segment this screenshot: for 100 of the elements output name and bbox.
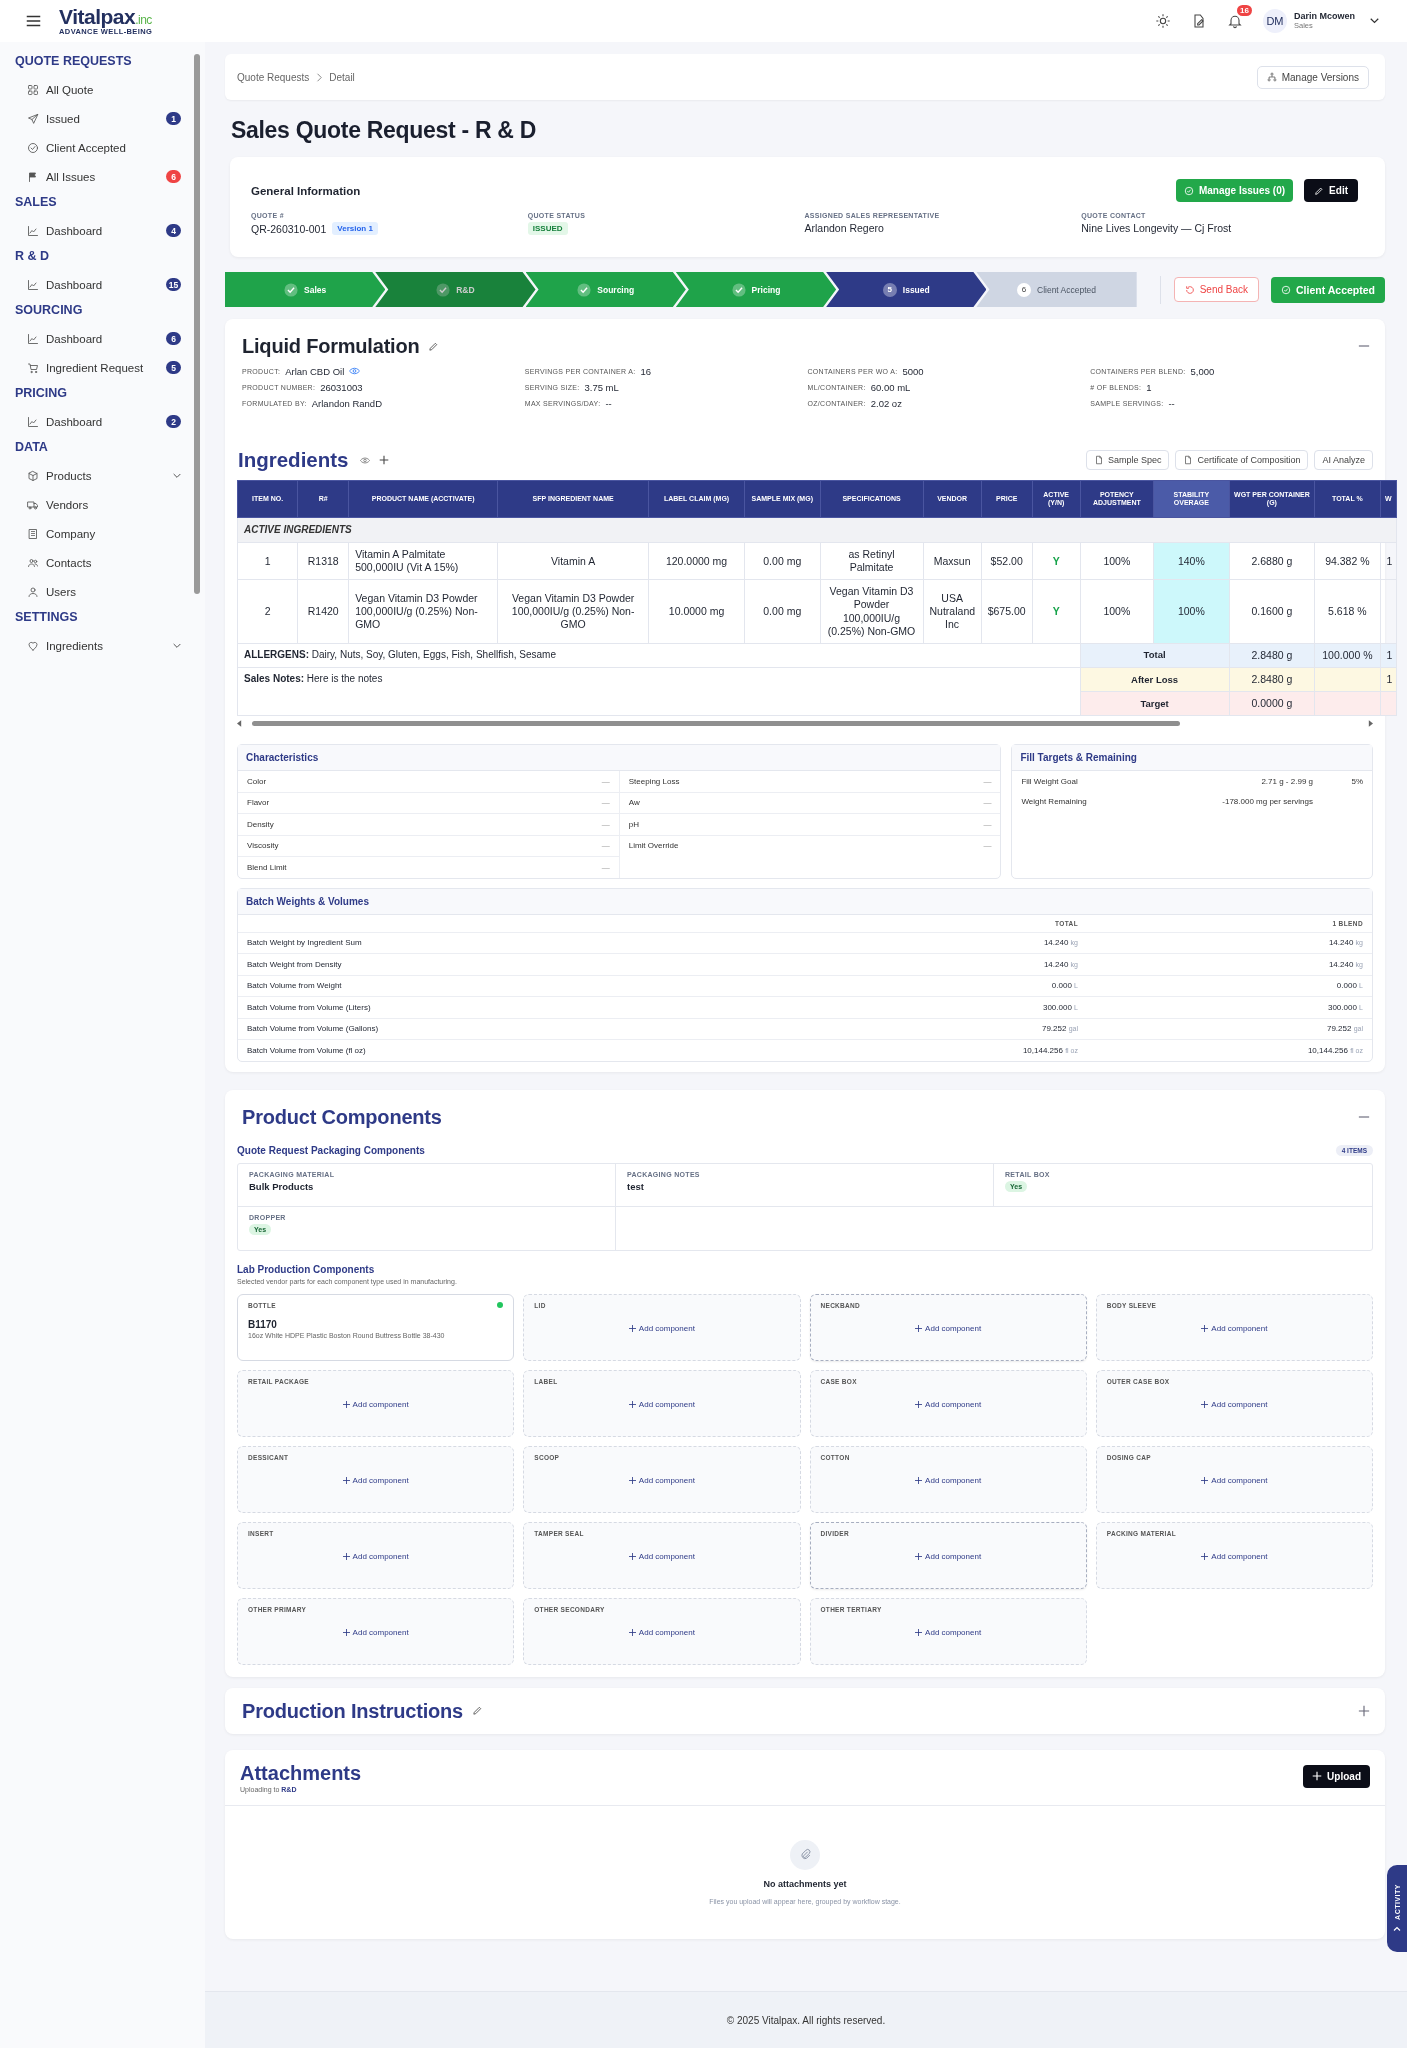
- add-component-link[interactable]: Add component: [628, 1627, 695, 1637]
- toolbar-button[interactable]: AI Analyze: [1314, 450, 1373, 470]
- empty-state-title: No attachments yet: [763, 1878, 847, 1889]
- eye-icon[interactable]: [349, 367, 361, 375]
- sidebar-item[interactable]: All Quote: [15, 75, 205, 104]
- sidebar-item[interactable]: Ingredient Request 5: [15, 353, 205, 382]
- edit-document-icon[interactable]: [1191, 13, 1207, 29]
- add-component-link[interactable]: Add component: [628, 1323, 695, 1333]
- stage-step[interactable]: 5 Issued: [826, 272, 987, 307]
- sidebar-item[interactable]: Contacts: [15, 548, 205, 577]
- eye-icon[interactable]: [359, 456, 370, 464]
- pencil-icon[interactable]: [428, 340, 440, 352]
- property-value: —: [983, 798, 992, 808]
- property-label: Fill Weight Goal: [1021, 776, 1078, 786]
- plus-icon: [1312, 1771, 1323, 1782]
- field-value: 2.02 oz: [870, 397, 902, 409]
- toolbar-button[interactable]: Certificate of Composition: [1175, 450, 1309, 470]
- stage-step[interactable]: 6 Client Accepted: [976, 272, 1137, 307]
- add-component-link[interactable]: Add component: [1201, 1323, 1268, 1333]
- section-title: Liquid Formulation: [242, 334, 420, 359]
- notification-badge: 16: [1237, 5, 1252, 16]
- bell-icon[interactable]: [1227, 13, 1243, 29]
- add-icon[interactable]: [378, 455, 389, 465]
- add-component-link[interactable]: Add component: [1201, 1399, 1268, 1409]
- add-component-link[interactable]: Add component: [342, 1551, 409, 1561]
- add-component-link[interactable]: Add component: [915, 1551, 982, 1561]
- sidebar-item[interactable]: Users: [15, 577, 205, 606]
- add-component-link[interactable]: Add component: [915, 1323, 982, 1333]
- pencil-icon[interactable]: [471, 1705, 483, 1717]
- property-value: —: [983, 776, 992, 786]
- sidebar-item[interactable]: Dashboard 4: [15, 216, 205, 245]
- table-cell: 0.00 mg: [744, 579, 820, 644]
- add-component-link[interactable]: Add component: [342, 1475, 409, 1485]
- sidebar-item[interactable]: Dashboard 6: [15, 324, 205, 353]
- add-component-link[interactable]: Add component: [915, 1627, 982, 1637]
- sidebar-item[interactable]: Vendors: [15, 490, 205, 519]
- chevron-down-icon[interactable]: [1370, 18, 1379, 24]
- section-title: Production Instructions: [242, 1698, 463, 1724]
- add-component-link[interactable]: Add component: [1201, 1475, 1268, 1485]
- row-label: Batch Volume from Volume (Gallons): [247, 1024, 380, 1034]
- breadcrumb-current: Detail: [329, 71, 355, 83]
- upload-button[interactable]: Upload: [1303, 1764, 1370, 1788]
- sidebar-item[interactable]: Dashboard 2: [15, 407, 205, 436]
- table-cell: as Retinyl Palmitate: [820, 542, 924, 580]
- subsection-title: Quote Request Packaging Components: [237, 1144, 425, 1156]
- add-component-link[interactable]: Add component: [342, 1627, 409, 1637]
- manage-versions-button[interactable]: Manage Versions: [1256, 65, 1369, 89]
- property-label: Limit Override: [628, 841, 679, 851]
- field-value: 5000: [902, 365, 924, 377]
- sidebar-item[interactable]: Dashboard 15: [15, 270, 205, 299]
- send-icon: [27, 112, 39, 125]
- chevron-icon: [1393, 1925, 1401, 1932]
- plus-icon: [1201, 1324, 1209, 1332]
- pencil-icon: [1314, 185, 1325, 196]
- sidebar-item[interactable]: Company: [15, 519, 205, 548]
- copyright-text: © 2025 Vitalpax. All rights reserved.: [205, 1991, 1407, 2048]
- section-title: Product Components: [242, 1104, 442, 1130]
- add-component-link[interactable]: Add component: [915, 1475, 982, 1485]
- plus-icon: [342, 1628, 350, 1636]
- field-value: Arlandon RandD: [311, 397, 382, 409]
- toolbar-button[interactable]: Sample Spec: [1085, 450, 1170, 470]
- sidebar-item[interactable]: Client Accepted: [15, 133, 205, 162]
- plus-icon: [628, 1400, 636, 1408]
- scrollbar[interactable]: [237, 719, 1373, 729]
- row-label: Batch Weight from Density: [247, 959, 343, 969]
- add-component-link[interactable]: Add component: [628, 1475, 695, 1485]
- sidebar-item[interactable]: All Issues 6: [15, 162, 205, 191]
- sidebar-item[interactable]: Issued 1: [15, 104, 205, 133]
- add-component-link[interactable]: Add component: [1201, 1551, 1268, 1561]
- property-label: pH: [628, 819, 639, 829]
- sun-icon[interactable]: [1155, 13, 1171, 29]
- send-back-button[interactable]: Send Back: [1173, 277, 1260, 302]
- scroll-right-icon[interactable]: [1368, 720, 1373, 728]
- property-label: Density: [247, 819, 274, 829]
- sidebar-item[interactable]: Ingredients: [15, 631, 205, 660]
- table-cell: 120.0000 mg: [648, 542, 745, 580]
- add-component-link[interactable]: Add component: [628, 1399, 695, 1409]
- table-cell: 10.0000 mg: [648, 579, 745, 644]
- table-cell: 1: [237, 542, 298, 580]
- scroll-left-icon[interactable]: [237, 720, 242, 728]
- expand-icon[interactable]: [1358, 1704, 1370, 1717]
- add-component-link[interactable]: Add component: [628, 1551, 695, 1561]
- field-value: test: [627, 1180, 645, 1192]
- add-component-link[interactable]: Add component: [342, 1399, 409, 1409]
- table-cell: Y: [1032, 542, 1081, 580]
- avatar[interactable]: DM: [1263, 9, 1287, 33]
- property-value: —: [983, 819, 992, 829]
- version-tag: Version 1: [332, 222, 378, 235]
- property-label: Flavor: [247, 798, 270, 808]
- check-icon: [284, 282, 299, 297]
- edit-button[interactable]: Edit: [1304, 179, 1358, 202]
- breadcrumb-link[interactable]: Quote Requests: [237, 71, 310, 83]
- table-cell: 2: [237, 579, 298, 644]
- menu-icon[interactable]: [26, 15, 41, 27]
- paperclip-icon: [790, 1839, 820, 1870]
- table-cell: 100.000 %: [1322, 648, 1373, 661]
- add-component-link[interactable]: Add component: [915, 1399, 982, 1409]
- field-value: 3.75 mL: [584, 381, 619, 393]
- sidebar-item[interactable]: Products: [15, 461, 205, 490]
- table-cell: 100%: [1080, 542, 1154, 580]
